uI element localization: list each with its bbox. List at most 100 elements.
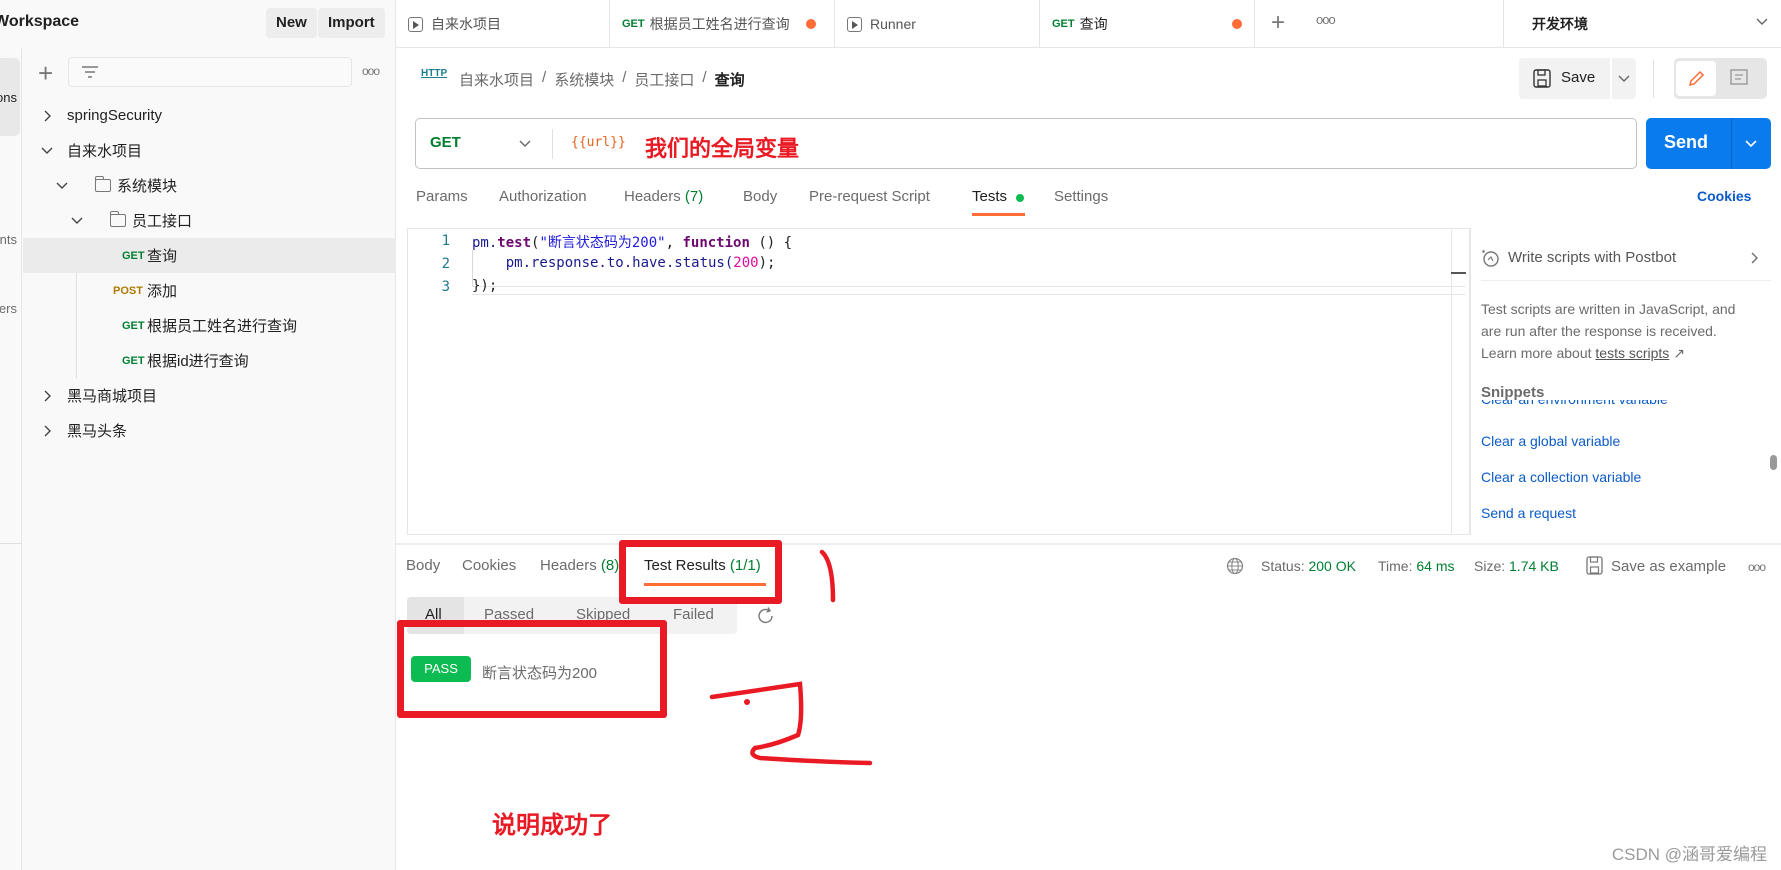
new-tab-plus-icon[interactable]: + <box>1271 9 1285 37</box>
tab-authorization[interactable]: Authorization <box>499 188 587 205</box>
tree-label: 根据员工姓名进行查询 <box>147 318 298 335</box>
tab-params[interactable]: Params <box>416 188 468 205</box>
method-badge: GET <box>122 354 145 367</box>
runner-icon <box>408 16 423 32</box>
tab-runner[interactable]: Runner <box>835 0 1040 48</box>
breadcrumb-item[interactable]: 自来水项目 <box>459 69 534 90</box>
comment-icon[interactable] <box>1730 69 1748 89</box>
chevron-down-icon <box>56 182 68 189</box>
tree-label: 自来水项目 <box>67 143 143 160</box>
code-editor[interactable] <box>407 228 1471 535</box>
tree-folder-employee-api[interactable]: 员工接口 <box>23 203 396 238</box>
sidebar-more-icon[interactable]: ooo <box>362 64 380 78</box>
tests-description: Test scripts are written in JavaScript, … <box>1481 301 1736 361</box>
rail-item-environments[interactable]: Environments <box>0 232 17 247</box>
tree-label: 添加 <box>147 283 178 300</box>
snippet-clear-global[interactable]: Clear a global variable <box>1481 433 1620 449</box>
tree-request-by-name[interactable]: GET 根据员工姓名进行查询 <box>23 308 396 343</box>
resp-tab-headers[interactable]: Headers (8) <box>540 557 622 574</box>
edit-mode-button[interactable] <box>1676 61 1716 96</box>
folder-icon <box>94 176 111 192</box>
current-line-bottom <box>472 294 1465 295</box>
workspace-header: Workspace New Import <box>0 0 396 48</box>
save-button[interactable]: Save <box>1519 58 1610 99</box>
postbot-link[interactable]: Write scripts with Postbot <box>1478 244 1768 272</box>
tree-label: 黑马头条 <box>67 423 128 440</box>
annotation-box-pass-result <box>397 620 667 718</box>
snippets-title: Snippets <box>1481 384 1545 401</box>
breadcrumb-item[interactable]: 系统模块 <box>554 69 614 90</box>
workspace-title: Workspace <box>0 13 80 30</box>
side-panel-scrollbar[interactable] <box>1770 455 1777 470</box>
filter-icon <box>82 66 98 78</box>
tree-request-by-id[interactable]: GET 根据id进行查询 <box>23 343 396 378</box>
chevron-down-icon <box>1756 18 1768 25</box>
tab-runner-project[interactable]: 自来水项目 <box>396 0 610 48</box>
snippet-send-request[interactable]: Send a request <box>1481 505 1576 521</box>
line-number: 3 <box>441 279 450 295</box>
resp-tab-body[interactable]: Body <box>406 557 440 574</box>
unsaved-dot-icon <box>806 19 816 29</box>
tab-body[interactable]: Body <box>743 188 777 205</box>
tab-label: 根据员工姓名进行查询 <box>649 16 790 32</box>
rail-item-mock-servers[interactable]: Mock servers <box>0 301 17 316</box>
method-badge: GET <box>122 249 145 262</box>
tree-label: 查询 <box>147 248 178 265</box>
tree-request-query[interactable]: GET 查询 <box>23 238 396 273</box>
chevron-down-icon <box>41 147 53 154</box>
active-tab-indicator <box>972 213 1025 216</box>
sidebar-filter-input[interactable] <box>68 57 352 87</box>
code-line-3: }); <box>472 278 498 294</box>
method-select[interactable]: GET <box>416 119 552 168</box>
breadcrumb-item[interactable]: 员工接口 <box>634 69 694 90</box>
url-input[interactable]: {{url}} <box>571 135 626 150</box>
tab-label: Runner <box>870 16 916 32</box>
add-collection-plus-icon[interactable]: + <box>38 58 53 89</box>
tab-label: 查询 <box>1079 16 1108 32</box>
tab-pre-request-script[interactable]: Pre-request Script <box>809 188 930 205</box>
chevron-down-icon[interactable] <box>1745 139 1757 149</box>
current-line-top <box>472 286 1465 287</box>
tree-item-heima-headlines[interactable]: 黑马头条 <box>23 413 396 448</box>
tests-scripts-link[interactable]: tests scripts <box>1595 345 1669 361</box>
tree-folder-system-module[interactable]: 系统模块 <box>23 168 396 203</box>
editor-scrollbar-track[interactable] <box>1451 230 1452 533</box>
runner-icon <box>847 16 862 32</box>
more-tabs-icon[interactable]: ooo <box>1316 12 1336 27</box>
send-divider <box>1731 118 1732 169</box>
line-number: 2 <box>441 256 450 272</box>
tab-tests[interactable]: Tests <box>972 188 1007 205</box>
unsaved-dot-icon <box>1232 19 1242 29</box>
tree-item-springsecurity[interactable]: springSecurity <box>23 98 396 133</box>
tab-get-query-active[interactable]: GET 查询 <box>1040 0 1255 49</box>
tree-label: 系统模块 <box>117 178 178 195</box>
rail-item-collections[interactable]: Collections <box>0 90 17 105</box>
annotation-success-note: 说明成功了 <box>492 811 612 839</box>
snippet-clipped[interactable]: Clear an environment variable <box>1481 400 1771 409</box>
method-divider <box>552 129 553 159</box>
send-button[interactable]: Send <box>1646 118 1771 169</box>
resp-tab-cookies[interactable]: Cookies <box>462 557 516 574</box>
save-options-button[interactable] <box>1612 58 1636 99</box>
tab-get-by-name[interactable]: GET 根据员工姓名进行查询 <box>610 0 835 48</box>
snippet-clear-collection[interactable]: Clear a collection variable <box>1481 469 1641 485</box>
new-button[interactable]: New <box>266 8 317 38</box>
environment-selector[interactable]: 开发环境 <box>1503 0 1781 48</box>
method-badge: GET <box>122 319 145 332</box>
annotation-strokes <box>709 549 873 766</box>
chevron-down-icon <box>519 140 531 147</box>
view-toggle <box>1674 58 1767 99</box>
line-number: 1 <box>441 233 450 249</box>
method-badge: POST <box>113 284 143 297</box>
tree-request-add[interactable]: POST 添加 <box>23 273 396 308</box>
left-rail: Collections Environments Mock servers <box>0 48 22 870</box>
cookies-link[interactable]: Cookies <box>1697 188 1751 204</box>
import-button[interactable]: Import <box>318 8 385 38</box>
tree-item-heima-mall[interactable]: 黑马商城项目 <box>23 378 396 413</box>
tab-settings[interactable]: Settings <box>1054 188 1108 205</box>
chevron-right-icon <box>44 110 51 121</box>
side-panel-divider <box>1469 230 1470 535</box>
tab-headers[interactable]: Headers (7) <box>624 188 703 205</box>
code-line-2: pm.response.to.have.status(200); <box>472 255 776 271</box>
tree-item-project-water[interactable]: 自来水项目 <box>23 133 396 168</box>
